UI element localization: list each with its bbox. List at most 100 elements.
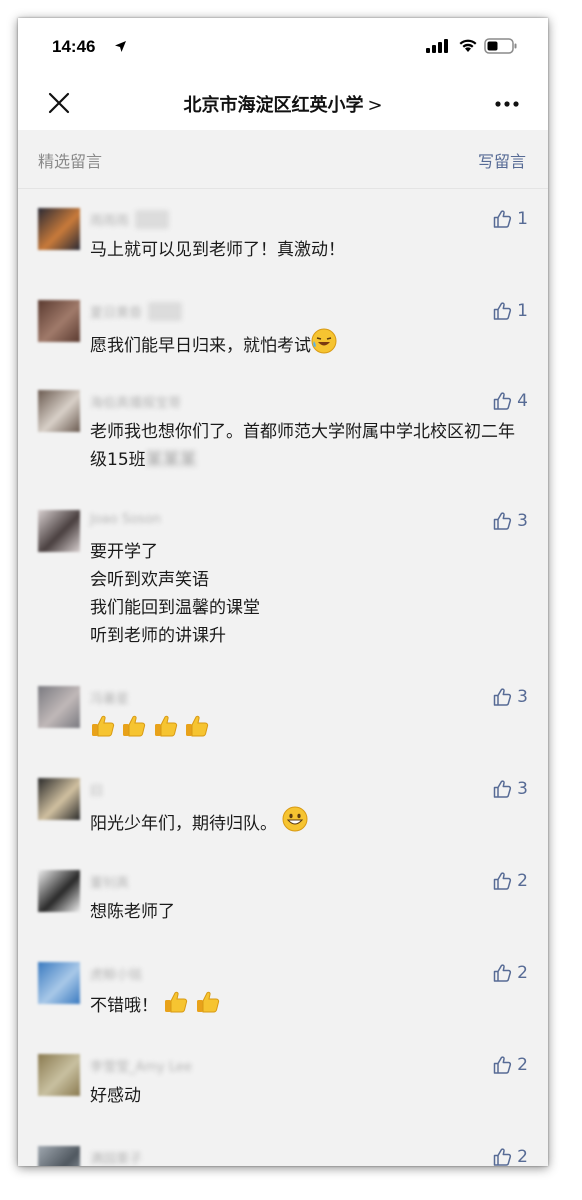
more-options-icon[interactable] bbox=[494, 100, 520, 108]
redacted-text: 某某某 bbox=[145, 450, 197, 470]
thumbs-up-icon bbox=[493, 872, 512, 890]
like-count: 4 bbox=[517, 391, 528, 411]
like-count: 1 bbox=[517, 209, 528, 229]
laughing-tears-emoji-icon bbox=[311, 328, 337, 354]
wifi-icon bbox=[459, 39, 477, 52]
comment-text: 马上就可以见到老师了！真激动！ bbox=[90, 236, 530, 264]
like-button[interactable]: 3 bbox=[492, 510, 528, 532]
comment-text-content: 要开学了 会听到欢声笑语 我们能回到温馨的课堂 听到老师的讲课升 bbox=[90, 542, 260, 646]
thumbs-up-emoji-icon bbox=[154, 715, 177, 737]
commenter-name-text: 夏日黄昏 bbox=[90, 306, 143, 321]
like-count: 2 bbox=[517, 1055, 528, 1075]
avatar[interactable] bbox=[38, 962, 80, 1004]
commenter-name: Joao Soson bbox=[90, 512, 161, 530]
comment-text: 要开学了 会听到欢声笑语 我们能回到温馨的课堂 听到老师的讲课升 bbox=[90, 538, 530, 650]
like-count: 2 bbox=[517, 963, 528, 983]
phone-screen: 14:46 北京市海淀区红英小学 > 精选留言 写留言 雨雨雨 作者 马上就可以… bbox=[18, 18, 548, 1166]
commenter-name: 虎鲸小铭 bbox=[90, 964, 143, 983]
commenter-name-text: 李雪莹_Amy Lee bbox=[90, 1060, 192, 1075]
avatar[interactable] bbox=[38, 778, 80, 820]
thumbs-up-emoji-icon bbox=[165, 991, 188, 1013]
like-button[interactable]: 1 bbox=[492, 208, 528, 230]
comment-text: 不错哦！ bbox=[90, 990, 530, 1020]
featured-comments-label: 精选留言 bbox=[38, 152, 103, 171]
featured-comments-header: 精选留言 写留言 bbox=[18, 130, 548, 189]
avatar[interactable] bbox=[38, 870, 80, 912]
status-bar: 14:46 bbox=[18, 18, 548, 76]
thumbs-up-icon bbox=[493, 210, 512, 228]
thumbs-up-icon bbox=[493, 1148, 512, 1166]
like-count: 3 bbox=[517, 511, 528, 531]
thumbs-up-emoji-icon bbox=[92, 715, 115, 737]
cellular-signal-icon bbox=[426, 39, 448, 53]
thumbs-up-icon bbox=[493, 1056, 512, 1074]
comment-text-content: 不错哦！ bbox=[90, 996, 158, 1016]
comment-text: 老师我也想你们了。首都师范大学附属中学北校区初二年级15班某某某 bbox=[90, 418, 530, 474]
like-button[interactable]: 3 bbox=[492, 686, 528, 708]
like-button[interactable]: 2 bbox=[492, 962, 528, 984]
comment-text-content: 马上就可以见到老师了！真激动！ bbox=[90, 240, 345, 260]
comment-text: 阳光少年们，期待归队。 bbox=[90, 806, 530, 838]
thumbs-up-icon bbox=[493, 688, 512, 706]
status-time: 14:46 bbox=[52, 37, 96, 56]
like-button[interactable]: 4 bbox=[492, 390, 528, 412]
commenter-name: 夏日黄昏 作者 bbox=[90, 302, 183, 321]
location-arrow-icon bbox=[115, 41, 126, 52]
thumbs-up-icon bbox=[493, 512, 512, 530]
avatar[interactable] bbox=[38, 300, 80, 342]
commenter-name: 曰 bbox=[90, 780, 104, 799]
thumbs-up-icon bbox=[493, 302, 512, 320]
commenter-name-text: 海伯真播报宝哥 bbox=[90, 396, 182, 411]
avatar[interactable] bbox=[38, 1054, 80, 1096]
avatar[interactable] bbox=[38, 208, 80, 250]
comment-text-content: 阳光少年们，期待归队。 bbox=[90, 814, 277, 834]
page-title[interactable]: 北京市海淀区红英小学 > bbox=[18, 91, 548, 117]
write-comment-button[interactable]: 写留言 bbox=[478, 148, 526, 172]
grinning-face-emoji-icon bbox=[282, 806, 308, 832]
thumbs-up-icon bbox=[493, 964, 512, 982]
like-count: 1 bbox=[517, 301, 528, 321]
comment-text-content: 好感动 bbox=[90, 1086, 141, 1106]
comment-text bbox=[90, 714, 530, 744]
like-button[interactable]: 2 bbox=[492, 1146, 528, 1166]
thumbs-up-emoji-icon bbox=[123, 715, 146, 737]
like-button[interactable]: 1 bbox=[492, 300, 528, 322]
like-count: 3 bbox=[517, 779, 528, 799]
commenter-tag: 作者 bbox=[148, 302, 183, 321]
commenter-name-text: Joao Soson bbox=[90, 512, 162, 527]
comment-text: 想陈老师了 bbox=[90, 898, 530, 926]
like-button[interactable]: 2 bbox=[492, 1054, 528, 1076]
avatar[interactable] bbox=[38, 390, 80, 432]
thumbs-up-icon bbox=[493, 780, 512, 798]
commenter-name-text: 雨雨雨 bbox=[90, 214, 130, 229]
thumbs-up-icon bbox=[493, 392, 512, 410]
comment-text: 好感动 bbox=[90, 1082, 530, 1110]
commenter-name: 李雪莹_Amy Lee bbox=[90, 1056, 192, 1075]
commenter-name: 海伯真播报宝哥 bbox=[90, 392, 182, 411]
avatar[interactable] bbox=[38, 1146, 80, 1166]
comment-text: 愿我们能早日归来，就怕考试 bbox=[90, 328, 530, 360]
commenter-name: 雨雨雨 作者 bbox=[90, 210, 170, 229]
like-button[interactable]: 2 bbox=[492, 870, 528, 892]
like-count: 2 bbox=[517, 871, 528, 891]
like-button[interactable]: 3 bbox=[492, 778, 528, 800]
commenter-name-text: 冯暑星 bbox=[90, 692, 130, 707]
avatar[interactable] bbox=[38, 686, 80, 728]
commenter-name-text: 满园栗子 bbox=[90, 1152, 143, 1166]
commenter-name: 满园栗子 bbox=[90, 1148, 142, 1166]
like-count: 2 bbox=[517, 1147, 528, 1166]
chevron-right-icon: > bbox=[367, 95, 383, 116]
thumbs-up-emoji-icon bbox=[196, 991, 219, 1013]
comment-text-content: 愿我们能早日归来，就怕考试 bbox=[90, 336, 311, 356]
commenter-tag: 作者 bbox=[135, 210, 170, 229]
battery-icon bbox=[484, 38, 517, 54]
commenter-name-text: 董钊真 bbox=[90, 876, 130, 891]
commenter-name-text: 虎鲸小铭 bbox=[90, 968, 143, 983]
like-count: 3 bbox=[517, 687, 528, 707]
navigation-bar: 北京市海淀区红英小学 > bbox=[18, 76, 548, 130]
commenter-name: 冯暑星 bbox=[90, 688, 130, 707]
commenter-name-text: 曰 bbox=[90, 784, 104, 799]
commenter-name: 董钊真 bbox=[90, 872, 130, 891]
avatar[interactable] bbox=[38, 510, 80, 552]
page-title-text: 北京市海淀区红英小学 bbox=[183, 95, 364, 116]
